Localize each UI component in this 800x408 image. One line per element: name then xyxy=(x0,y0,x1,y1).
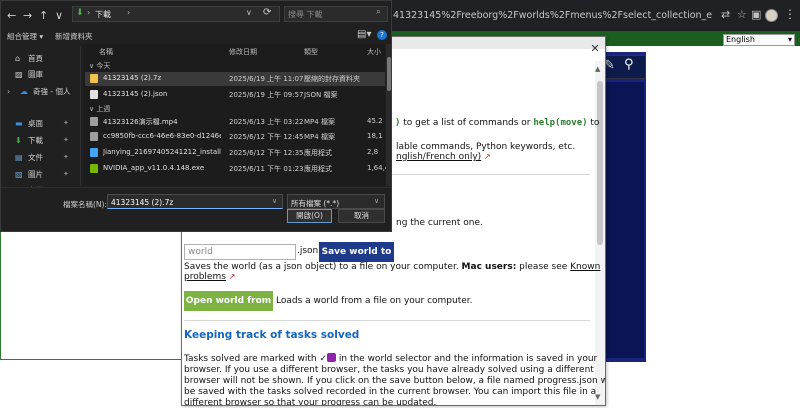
refresh-icon[interactable]: ⟳ xyxy=(263,7,271,18)
download-folder-icon: ⬇ xyxy=(76,8,84,18)
path-separator: › xyxy=(87,8,91,17)
sidebar-item-documents[interactable]: ▤ 文件 xyxy=(15,152,43,163)
external-link-icon: ↗ xyxy=(228,272,236,281)
page-border xyxy=(0,230,1,360)
gallery-icon: ▨ xyxy=(15,70,23,79)
recent-locations-icon[interactable]: ∨ xyxy=(55,9,63,22)
home-icon: ⌂ xyxy=(15,54,21,63)
video-file-icon xyxy=(90,117,98,126)
pin-icon: ✦ xyxy=(63,119,69,127)
picture-icon: ▧ xyxy=(15,170,23,179)
divider xyxy=(184,320,590,321)
file-row[interactable]: 41323126演示檔.mp4 2025/6/13 上午 03:22 MP4 檔… xyxy=(85,115,385,129)
desktop-icon: ▬ xyxy=(15,119,23,128)
search-icon[interactable]: ⌕ xyxy=(376,7,381,17)
installer-icon xyxy=(90,148,98,157)
pin-icon: ✦ xyxy=(63,136,69,144)
external-link-icon: ↗ xyxy=(484,152,491,161)
sidebar-item-cloud[interactable]: › ☁ 奇強 - 個人 xyxy=(7,86,70,97)
column-header-type[interactable]: 類型 xyxy=(304,47,318,57)
chevron-right-icon: › xyxy=(7,87,11,96)
open-world-description: Loads a world from a file on your comput… xyxy=(276,296,473,306)
filename-label: 檔案名稱(N): xyxy=(63,200,107,209)
download-icon: ⬇ xyxy=(15,136,22,145)
chevron-down-icon[interactable]: ∨ xyxy=(246,8,252,17)
world-view xyxy=(606,82,644,358)
cloud-icon: ☁ xyxy=(20,87,28,96)
open-button[interactable]: 開啟(O) xyxy=(287,209,332,223)
menu-icon[interactable]: ⋮ xyxy=(784,7,796,21)
star-icon[interactable]: ☆ xyxy=(737,8,747,21)
up-icon[interactable]: ↑ xyxy=(39,9,48,22)
magnifier-icon[interactable]: ⚲ xyxy=(624,57,634,72)
column-header-size[interactable]: 大小 xyxy=(367,47,381,57)
known-problems-link-line2[interactable]: problems ↗ xyxy=(184,271,236,283)
avatar[interactable] xyxy=(765,9,778,22)
solved-badge-icon xyxy=(327,353,337,362)
path-segment-downloads[interactable]: 下載 xyxy=(95,9,111,20)
nvidia-icon xyxy=(90,164,98,173)
language-select[interactable]: English xyxy=(723,34,795,46)
open-world-button[interactable]: Open world from file xyxy=(184,291,273,326)
view-options-icon[interactable]: ▤▾ xyxy=(357,29,371,40)
tasks-heading: Keeping track of tasks solved xyxy=(184,329,360,341)
file-row[interactable]: cc9850fb-ccc6-46e6-83e0-d1246e12... 2025… xyxy=(85,130,385,144)
help-scroll-thumb[interactable] xyxy=(597,81,603,245)
back-icon[interactable]: ← xyxy=(7,9,16,22)
world-filename-input[interactable]: world xyxy=(184,244,296,260)
sidebar-item-desktop[interactable]: ▬ 桌面 xyxy=(15,118,43,129)
organize-menu-button[interactable]: 組合管理 ▾ xyxy=(7,31,43,42)
filetype-value: 所有檔案 (*.*) xyxy=(291,199,340,208)
extension-icon[interactable]: ▣ xyxy=(751,8,761,21)
navigation-pane xyxy=(1,46,81,186)
search-placeholder: 搜尋 下載 xyxy=(288,10,323,19)
tasks-paragraph-line: different browser so that your progress … xyxy=(184,398,437,406)
help-line-current: ng the current one. xyxy=(396,218,483,228)
file-row[interactable]: Jianying_2169740524121​2_installer.exe 2… xyxy=(85,146,385,160)
cancel-button[interactable]: 取消 xyxy=(338,209,385,223)
scroll-up-icon[interactable]: ▲ xyxy=(595,65,600,73)
save-world-description: Saves the world (as a json object) to a … xyxy=(184,262,601,272)
column-header-name[interactable]: 名稱 xyxy=(99,47,113,57)
json-suffix: .json xyxy=(297,246,319,256)
column-header-date[interactable]: 修改日期 xyxy=(229,47,257,57)
pin-icon: ✦ xyxy=(63,153,69,161)
help-line-language-link[interactable]: nglish/French only) ↗ xyxy=(396,151,491,163)
file-row[interactable]: 41323145 (2).7z 2025/6/19 上午 11:07 壓縮的封存… xyxy=(85,72,385,86)
group-header-last-week[interactable]: ∨ 上週 xyxy=(89,104,110,114)
file-row[interactable]: 41323145 (2).json 2025/6/19 上午 09:57 JSO… xyxy=(85,88,385,102)
help-line-commands: ) to get a list of commands or help(move… xyxy=(395,118,600,128)
archive-icon xyxy=(90,74,98,83)
address-bar[interactable]: 41323145%2Freeborg%2Fworlds%2Fmenus%2Fse… xyxy=(393,10,713,21)
path-separator: › xyxy=(127,8,131,17)
file-row[interactable]: NVIDIA_app_v11.0.4.148.exe 2025/6/11 下午 … xyxy=(85,162,389,176)
json-file-icon xyxy=(90,90,98,99)
help-icon[interactable]: ? xyxy=(377,30,387,40)
chevron-down-icon[interactable]: ∨ xyxy=(374,197,379,205)
close-icon[interactable]: ✕ xyxy=(588,42,602,56)
page-border-bottom xyxy=(0,359,182,360)
forward-icon[interactable]: → xyxy=(23,9,32,22)
new-folder-button[interactable]: 新增資料夾 xyxy=(55,31,93,42)
sidebar-item-gallery[interactable]: ▨ 圖庫 xyxy=(15,69,43,80)
chevron-down-icon[interactable]: ∨ xyxy=(272,197,277,205)
known-problems-link[interactable]: Known xyxy=(570,262,600,272)
pin-icon: ✦ xyxy=(63,170,69,178)
file-list-scroll-thumb[interactable] xyxy=(387,57,391,91)
file-open-dialog: ← → ↑ ∨ ⬇ › 下載 › ∨ ⟳ 搜尋 下載 ⌕ 組合管理 ▾ 新增資料… xyxy=(0,0,392,232)
group-header-today[interactable]: ∨ 今天 xyxy=(89,61,110,71)
document-icon: ▤ xyxy=(15,153,23,162)
translate-icon[interactable]: ⇄ xyxy=(721,8,730,21)
filename-value[interactable]: 41323145 (2).7z xyxy=(111,198,173,207)
sidebar-item-home[interactable]: ⌂ 首頁 xyxy=(15,53,43,64)
video-file-icon xyxy=(90,132,98,141)
save-world-button[interactable]: Save world to file xyxy=(319,242,394,277)
sidebar-item-downloads[interactable]: ⬇ 下載 xyxy=(15,135,43,146)
screen: 41323145%2Freeborg%2Fworlds%2Fmenus%2Fse… xyxy=(0,0,800,408)
sidebar-item-pictures[interactable]: ▧ 圖片 xyxy=(15,169,43,180)
